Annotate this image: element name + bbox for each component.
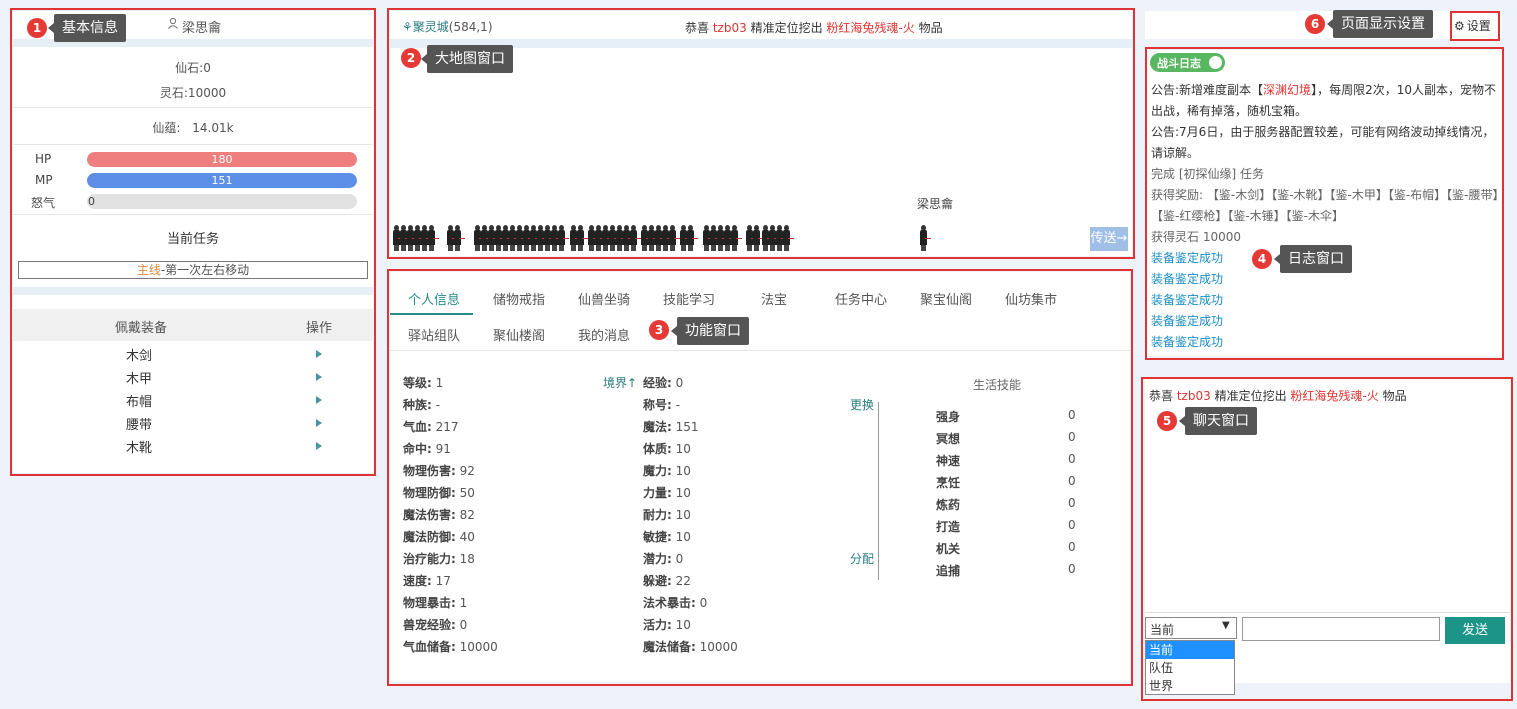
marker-4: 4 [1252, 249, 1272, 269]
annotation-big-map: 大地图窗口 [421, 45, 513, 73]
annotation-chat-window: 聊天窗口 [1179, 407, 1257, 435]
marker-5: 5 [1157, 411, 1177, 431]
marker-2: 2 [401, 48, 421, 68]
marker-1: 1 [27, 18, 47, 38]
annotation-function-window: 功能窗口 [671, 317, 749, 345]
marker-3: 3 [649, 320, 669, 340]
marker-6: 6 [1305, 14, 1325, 34]
annotation-box [10, 8, 376, 476]
annotation-basic-info: 基本信息 [48, 14, 126, 42]
annotation-log-window: 日志窗口 [1274, 245, 1352, 273]
annotation-page-display-settings: 页面显示设置 [1327, 10, 1433, 38]
annotation-box [1450, 11, 1500, 41]
annotation-box [387, 269, 1133, 686]
annotation-box [1145, 47, 1504, 360]
